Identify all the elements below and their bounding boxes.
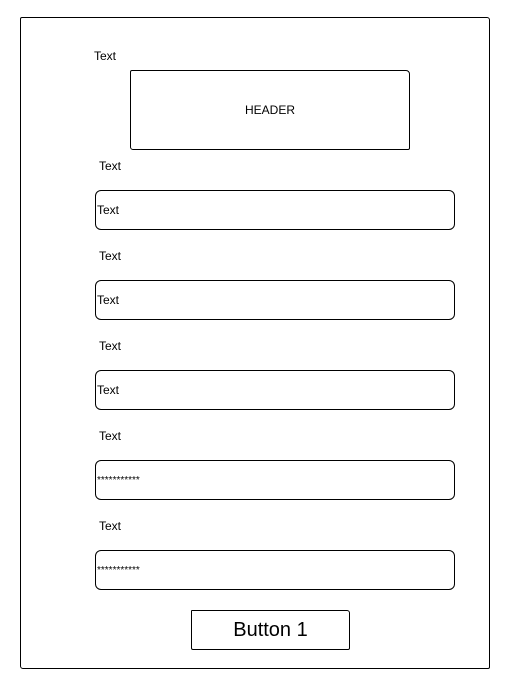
field-3-value: Text xyxy=(97,383,120,397)
field-1-input[interactable]: Text xyxy=(95,190,455,230)
password-field-1-value: *********** xyxy=(97,474,140,486)
field-2-value: Text xyxy=(97,293,120,307)
top-label: Text xyxy=(94,49,117,63)
header-title: HEADER xyxy=(244,103,295,117)
field-3-label: Text xyxy=(99,339,122,353)
button-1-label: Button 1 xyxy=(233,618,308,641)
field-2-label: Text xyxy=(99,249,122,263)
field-5-label: Text xyxy=(99,519,122,533)
field-4-label: Text xyxy=(99,429,122,443)
field-1-value: Text xyxy=(97,203,120,217)
header-block: HEADER xyxy=(130,70,410,150)
field-2-input[interactable]: Text xyxy=(95,280,455,320)
button-1[interactable]: Button 1 xyxy=(191,610,350,650)
password-field-2-value: *********** xyxy=(97,564,140,576)
field-1-label: Text xyxy=(99,159,122,173)
password-field-2[interactable]: *********** xyxy=(95,550,455,590)
field-3-input[interactable]: Text xyxy=(95,370,455,410)
password-field-1[interactable]: *********** xyxy=(95,460,455,500)
